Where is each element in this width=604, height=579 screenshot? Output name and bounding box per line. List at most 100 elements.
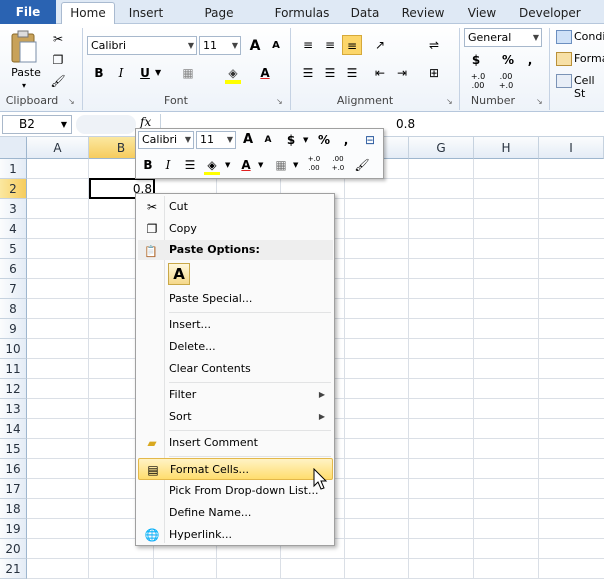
alignment-launcher-icon[interactable]: ↘ (446, 97, 453, 106)
mini-grow-font-button[interactable]: A (238, 130, 258, 150)
tab-home[interactable]: Home (61, 2, 115, 25)
format-as-table-button[interactable]: Forma (574, 52, 604, 65)
align-left-icon[interactable]: ☰ (298, 63, 318, 83)
tab-insert[interactable]: Insert (126, 4, 166, 24)
row-header-7[interactable]: 7 (0, 279, 27, 299)
menu-item-insert-comment[interactable]: ▰ Insert Comment (138, 432, 333, 454)
conditional-formatting-icon[interactable] (556, 30, 572, 44)
copy-icon[interactable]: ❐ (48, 50, 68, 70)
wrap-text-icon[interactable]: ⇌ (424, 35, 444, 55)
tab-file[interactable]: File (0, 0, 56, 24)
cell-styles-icon[interactable] (556, 74, 572, 88)
bold-button[interactable]: B (89, 63, 109, 83)
mini-percent-button[interactable]: % (314, 130, 334, 150)
tab-formulas[interactable]: Formulas (274, 4, 330, 24)
mini-shrink-font-button[interactable]: A (258, 130, 278, 150)
row-header-11[interactable]: 11 (0, 359, 27, 379)
formula-input[interactable]: 0.8 (396, 117, 415, 131)
increase-indent-icon[interactable]: ⇥ (392, 63, 412, 83)
column-header-h[interactable]: H (474, 137, 539, 159)
tab-view[interactable]: View (466, 4, 498, 24)
merge-center-icon[interactable]: ⊞ (424, 63, 444, 83)
chevron-down-icon[interactable]: ▼ (293, 161, 298, 169)
paste-button-label[interactable]: Paste (8, 66, 44, 79)
format-painter-icon[interactable]: 🖌 (48, 71, 68, 91)
percent-button[interactable]: % (498, 50, 518, 70)
menu-item-define-name[interactable]: Define Name... (138, 502, 333, 524)
row-header-3[interactable]: 3 (0, 199, 27, 219)
chevron-down-icon[interactable]: ▼ (258, 161, 263, 169)
row-header-19[interactable]: 19 (0, 519, 27, 539)
cut-icon[interactable]: ✂ (48, 29, 68, 49)
decrease-indent-icon[interactable]: ⇤ (370, 63, 390, 83)
mini-increase-decimal-button[interactable]: +.0 .00 (304, 155, 324, 175)
row-header-6[interactable]: 6 (0, 259, 27, 279)
column-header-a[interactable]: A (27, 137, 89, 159)
mini-merge-icon[interactable]: ⊟ (360, 130, 380, 150)
menu-item-paste-special[interactable]: Paste Special... (138, 288, 333, 310)
formula-bar-resize-handle[interactable] (76, 115, 136, 134)
paste-dropdown-arrow[interactable]: ▾ (22, 81, 26, 90)
number-launcher-icon[interactable]: ↘ (536, 97, 543, 106)
italic-button[interactable]: I (111, 63, 131, 83)
row-header-4[interactable]: 4 (0, 219, 27, 239)
select-all-button[interactable] (0, 137, 27, 159)
menu-item-copy[interactable]: ❐ Copy (138, 218, 333, 240)
align-right-icon[interactable]: ☰ (342, 63, 362, 83)
mini-format-painter-icon[interactable]: 🖌 (352, 155, 372, 175)
number-format-combo[interactable]: General ▼ (464, 28, 542, 47)
borders-icon[interactable]: ▦ (178, 63, 198, 83)
paste-keep-source-button[interactable]: A (168, 263, 190, 285)
align-bottom-icon[interactable]: ≡ (342, 35, 362, 55)
insert-function-button[interactable]: fx (140, 115, 151, 129)
menu-item-pick-from-dropdown[interactable]: Pick From Drop-down List... (138, 480, 333, 502)
mini-center-icon[interactable]: ☰ (180, 155, 200, 175)
increase-decimal-button[interactable]: +.0 .00 (466, 72, 490, 92)
menu-item-filter[interactable]: Filter ▶ (138, 384, 333, 406)
mini-comma-button[interactable]: , (336, 130, 356, 150)
menu-item-cut[interactable]: ✂ Cut (138, 196, 333, 218)
comma-button[interactable]: , (520, 50, 540, 70)
orientation-icon[interactable]: ↗ (370, 35, 390, 55)
row-header-20[interactable]: 20 (0, 539, 27, 559)
chevron-down-icon[interactable]: ▼ (225, 161, 230, 169)
clipboard-launcher-icon[interactable]: ↘ (68, 97, 75, 106)
format-as-table-icon[interactable] (556, 52, 572, 66)
decrease-decimal-button[interactable]: .00 +.0 (494, 72, 518, 92)
currency-button[interactable]: $ (466, 50, 486, 70)
mini-bold-button[interactable]: B (138, 155, 158, 175)
align-middle-icon[interactable]: ≡ (320, 35, 340, 55)
row-header-17[interactable]: 17 (0, 479, 27, 499)
row-header-8[interactable]: 8 (0, 299, 27, 319)
row-header-14[interactable]: 14 (0, 419, 27, 439)
chevron-down-icon[interactable]: ▼ (303, 136, 308, 144)
tab-review[interactable]: Review (401, 4, 445, 24)
row-header-9[interactable]: 9 (0, 319, 27, 339)
row-header-21[interactable]: 21 (0, 559, 27, 579)
font-color-button[interactable]: A (255, 63, 275, 83)
mini-font-name-combo[interactable]: Calibri ▼ (138, 131, 194, 149)
menu-item-insert[interactable]: Insert... (138, 314, 333, 336)
name-box[interactable]: B2 ▼ (2, 115, 72, 134)
tab-developer[interactable]: Developer (519, 4, 581, 24)
align-top-icon[interactable]: ≡ (298, 35, 318, 55)
mini-font-size-combo[interactable]: 11 ▼ (196, 131, 236, 149)
font-name-combo[interactable]: Calibri ▼ (87, 36, 197, 55)
menu-item-clear-contents[interactable]: Clear Contents (138, 358, 333, 380)
mini-italic-button[interactable]: I (158, 155, 178, 175)
row-header-5[interactable]: 5 (0, 239, 27, 259)
cell-styles-button[interactable]: Cell St (574, 74, 604, 100)
column-header-g[interactable]: G (409, 137, 474, 159)
mini-borders-icon[interactable]: ▦ (271, 155, 291, 175)
row-header-1[interactable]: 1 (0, 159, 27, 179)
row-header-15[interactable]: 15 (0, 439, 27, 459)
mini-currency-button[interactable]: $ (281, 130, 301, 150)
tab-data[interactable]: Data (349, 4, 381, 24)
row-header-18[interactable]: 18 (0, 499, 27, 519)
menu-item-sort[interactable]: Sort ▶ (138, 406, 333, 428)
row-header-13[interactable]: 13 (0, 399, 27, 419)
font-launcher-icon[interactable]: ↘ (276, 97, 283, 106)
chevron-down-icon[interactable]: ▼ (155, 68, 161, 77)
row-header-12[interactable]: 12 (0, 379, 27, 399)
menu-item-hyperlink[interactable]: 🌐 Hyperlink... (138, 524, 333, 546)
